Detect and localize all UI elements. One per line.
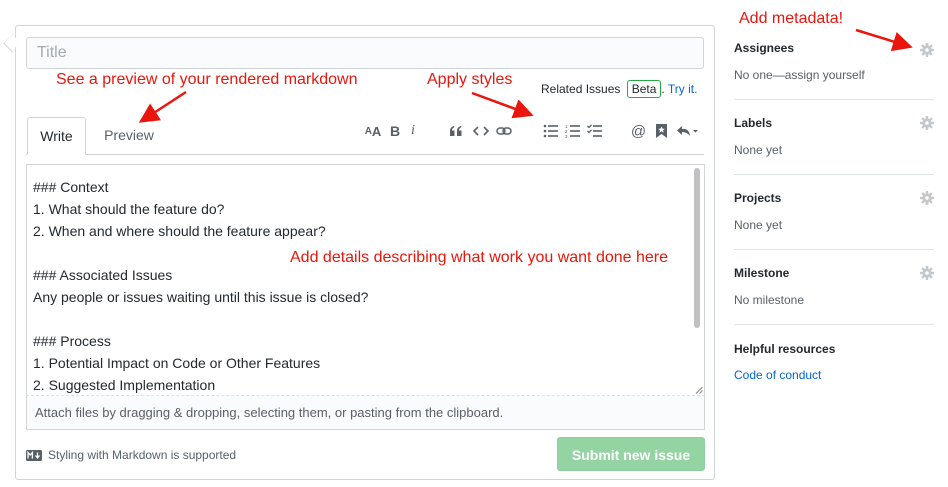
- body-line: [33, 308, 683, 330]
- body-line: 1. What should the feature do?: [33, 201, 225, 217]
- arrow-to-metadata: [855, 28, 913, 52]
- resize-handle-icon[interactable]: [695, 386, 703, 394]
- svg-text:3: 3: [565, 134, 568, 138]
- assignees-value[interactable]: No one—assign yourself: [734, 68, 865, 82]
- try-it-link[interactable]: Try it.: [668, 82, 698, 96]
- body-line: Any people or issues waiting until this …: [33, 289, 369, 305]
- tab-write[interactable]: Write: [27, 117, 86, 155]
- title-input[interactable]: [26, 37, 704, 69]
- annotation-preview: See a preview of your rendered markdown: [56, 71, 358, 88]
- bulleted-list-icon[interactable]: [543, 123, 559, 139]
- textarea-scrollbar[interactable]: [694, 168, 700, 328]
- body-line: ### Process: [33, 333, 111, 349]
- markdown-icon: [26, 449, 42, 461]
- related-issues: Related Issues Beta. Try it.: [541, 80, 697, 98]
- body-line: ### Context: [33, 179, 109, 195]
- milestone-value: No milestone: [734, 293, 805, 307]
- sidebar-divider: [734, 324, 934, 325]
- sidebar-projects-heading: Projects: [734, 191, 782, 205]
- annotation-apply-styles: Apply styles: [427, 71, 513, 88]
- beta-period: .: [661, 82, 665, 96]
- milestone-gear-icon[interactable]: [920, 266, 934, 280]
- sidebar-labels-heading: Labels: [734, 116, 773, 130]
- body-line: 2. Suggested Implementation: [33, 377, 216, 393]
- annotation-add-metadata: Add metadata!: [739, 10, 844, 27]
- link-icon[interactable]: [496, 123, 512, 139]
- labels-value: None yet: [734, 143, 783, 157]
- header-icon[interactable]: AA: [364, 123, 382, 139]
- task-list-icon[interactable]: [587, 123, 603, 139]
- numbered-list-icon[interactable]: 123: [565, 123, 581, 139]
- submit-new-issue-button[interactable]: Submit new issue: [557, 437, 705, 471]
- markdown-help-link[interactable]: Styling with Markdown is supported: [48, 448, 236, 462]
- sidebar-resources-heading: Helpful resources: [734, 342, 836, 356]
- code-of-conduct-link[interactable]: Code of conduct: [734, 368, 821, 382]
- reply-icon[interactable]: [676, 123, 698, 139]
- beta-badge: Beta: [626, 80, 662, 98]
- bold-icon[interactable]: B: [389, 123, 401, 139]
- saved-reply-icon[interactable]: [655, 123, 667, 139]
- comment-body-text: ### Context 1. What should the feature do…: [33, 176, 683, 396]
- projects-gear-icon[interactable]: [920, 191, 934, 205]
- sidebar-divider: [734, 99, 934, 100]
- code-icon[interactable]: [473, 123, 489, 139]
- body-line: 2. When and where should the feature app…: [33, 223, 326, 239]
- body-line: 1. Potential Impact on Code or Other Fea…: [33, 355, 321, 371]
- sidebar-milestone-heading: Milestone: [734, 266, 790, 280]
- sidebar-divider: [734, 249, 934, 250]
- tab-preview[interactable]: Preview: [93, 117, 165, 153]
- body-line: ### Associated Issues: [33, 267, 173, 283]
- sidebar-divider: [734, 174, 934, 175]
- mention-icon[interactable]: @: [631, 123, 646, 140]
- tab-bar-border: [26, 154, 704, 155]
- markdown-support-note: Styling with Markdown is supported: [26, 448, 236, 462]
- annotation-add-details: Add details describing what work you wan…: [290, 249, 668, 266]
- assignees-gear-icon[interactable]: [920, 43, 934, 57]
- related-issues-label: Related Issues: [541, 82, 621, 96]
- attach-files-dropzone[interactable]: Attach files by dragging & dropping, sel…: [26, 396, 705, 430]
- sidebar-assignees-heading: Assignees: [734, 41, 795, 55]
- projects-value: None yet: [734, 218, 783, 232]
- labels-gear-icon[interactable]: [920, 116, 934, 130]
- italic-icon[interactable]: i: [408, 123, 418, 139]
- quote-icon[interactable]: [449, 123, 463, 139]
